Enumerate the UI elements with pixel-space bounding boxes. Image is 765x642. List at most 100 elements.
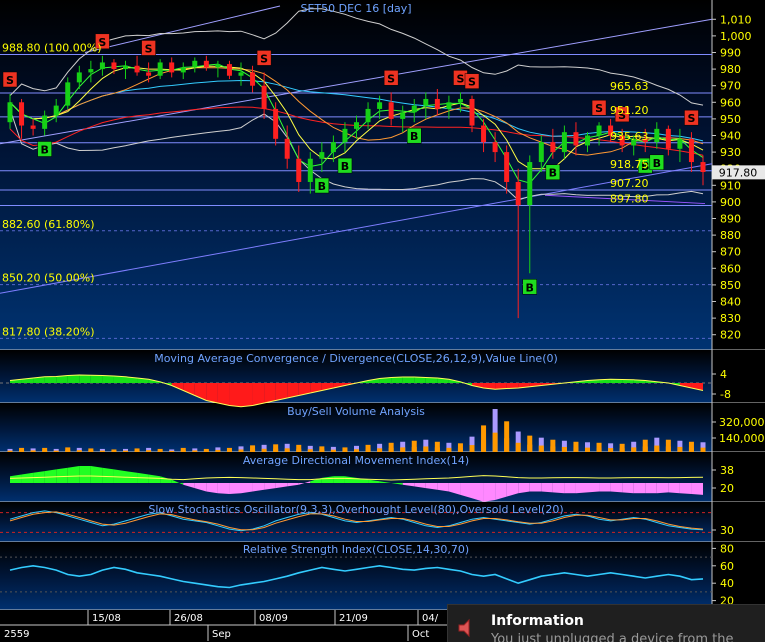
adx-area bbox=[241, 483, 253, 494]
candle-body bbox=[550, 142, 556, 153]
candle-body bbox=[596, 125, 602, 136]
fibonacci-label: 988.80 (100.00%) bbox=[2, 41, 102, 54]
candle-body bbox=[700, 162, 706, 173]
volume-bar-sell bbox=[123, 450, 128, 452]
notification-title: Information bbox=[491, 613, 584, 629]
volume-bar-sell bbox=[226, 450, 232, 452]
candle-body bbox=[388, 102, 394, 119]
volume-bar-sell bbox=[642, 446, 648, 452]
volume-bar-sell bbox=[273, 448, 279, 452]
candle-body bbox=[226, 64, 232, 76]
macd-area bbox=[264, 383, 276, 403]
volume-bar-sell bbox=[215, 449, 221, 452]
volume-bar-sell bbox=[573, 447, 579, 452]
volume-bar-sell bbox=[307, 449, 313, 452]
volume-bar-sell bbox=[169, 450, 175, 452]
volume-bar-sell bbox=[365, 448, 371, 452]
volume-bar-sell bbox=[538, 445, 544, 452]
volume-bar-sell bbox=[585, 447, 590, 452]
volume-bar-sell bbox=[596, 447, 602, 452]
candle-body bbox=[192, 60, 198, 68]
adx-area bbox=[217, 483, 230, 495]
y-tick-label: 1,010 bbox=[720, 13, 752, 26]
volume-bar-sell bbox=[30, 450, 36, 452]
volume-bar-sell bbox=[619, 448, 625, 452]
volume-bar-sell bbox=[677, 446, 683, 452]
volume-bar-sell bbox=[504, 438, 510, 452]
buy-signal-label: B bbox=[40, 143, 48, 156]
volume-bar-sell bbox=[688, 447, 694, 452]
candle-body bbox=[307, 158, 313, 182]
volume-bar-sell bbox=[446, 447, 452, 452]
volume-bar-sell bbox=[180, 450, 186, 452]
adx-y-tick-label: 38 bbox=[720, 464, 734, 477]
macd-area bbox=[252, 383, 265, 406]
macd-area bbox=[402, 377, 415, 383]
sell-signal-label: S bbox=[456, 72, 464, 85]
adx-area bbox=[518, 483, 530, 494]
candle-body bbox=[492, 142, 498, 153]
volume-bar-sell bbox=[342, 449, 348, 452]
y-tick-label: 940 bbox=[720, 129, 741, 142]
candle-body bbox=[146, 72, 152, 76]
adx-area bbox=[79, 466, 91, 483]
adx-area bbox=[229, 483, 241, 495]
candle-body bbox=[400, 112, 406, 119]
volume-y-tick-label: 140,000 bbox=[719, 432, 765, 445]
volume-bar-sell bbox=[492, 432, 498, 452]
sell-signal-label: S bbox=[595, 102, 603, 115]
x-tick-label: 15/08 bbox=[92, 613, 121, 624]
volume-bar-sell bbox=[7, 450, 13, 452]
candle-body bbox=[53, 105, 59, 116]
sell-signal-label: S bbox=[468, 76, 476, 89]
adx-area bbox=[691, 483, 703, 495]
volume-bar-sell bbox=[134, 450, 140, 452]
price-level-label: 935.63 bbox=[610, 130, 649, 143]
candle-body bbox=[423, 98, 429, 106]
rsi-y-tick-label: 80 bbox=[720, 542, 734, 555]
volume-bar-sell bbox=[515, 442, 521, 452]
sell-signal-label: S bbox=[6, 74, 14, 87]
fibonacci-label: 817.80 (38.20%) bbox=[2, 325, 95, 338]
candle-body bbox=[527, 162, 533, 206]
candle-body bbox=[30, 125, 36, 129]
candle-body bbox=[434, 98, 440, 109]
candle-body bbox=[65, 82, 71, 106]
y-tick-label: 830 bbox=[720, 312, 741, 325]
macd-area bbox=[79, 375, 91, 383]
adx-area bbox=[552, 483, 565, 494]
adx-area bbox=[102, 467, 114, 483]
volume-bar-sell bbox=[284, 448, 290, 452]
volume-bar-sell bbox=[527, 444, 533, 452]
chart-title: SET50 DEC 16 [day] bbox=[300, 2, 411, 15]
y-tick-label: 1,000 bbox=[720, 30, 752, 43]
adx-area bbox=[206, 483, 218, 494]
adx-title: Average Directional Movement Index(14) bbox=[243, 454, 469, 467]
volume-bar-sell bbox=[654, 445, 660, 452]
adx-area bbox=[44, 469, 57, 483]
adx-area bbox=[56, 467, 68, 483]
volume-y-tick-label: 320,000 bbox=[719, 416, 765, 429]
x-period-label: Oct bbox=[412, 629, 429, 640]
candle-body bbox=[19, 102, 25, 126]
buy-signal-label: B bbox=[318, 180, 326, 193]
macd-area bbox=[229, 383, 241, 407]
volume-bar-sell bbox=[561, 446, 567, 452]
volume-bar-sell bbox=[296, 448, 302, 452]
adx-area bbox=[529, 483, 542, 492]
y-tick-label: 890 bbox=[720, 213, 741, 226]
volume-bar-sell bbox=[192, 450, 198, 452]
sell-signal-label: S bbox=[260, 52, 268, 65]
y-tick-label: 910 bbox=[720, 179, 741, 192]
sell-signal-label: S bbox=[687, 112, 695, 125]
volume-bar-sell bbox=[111, 450, 117, 452]
notification-toast[interactable]: Information You just unplugged a device … bbox=[447, 604, 765, 642]
fibonacci-label: 850.20 (50.00%) bbox=[2, 272, 95, 285]
candle-body bbox=[377, 102, 383, 109]
volume-bar-sell bbox=[411, 446, 417, 452]
candle-body bbox=[284, 138, 290, 159]
candle-body bbox=[504, 152, 510, 182]
adx-area bbox=[483, 483, 496, 502]
candle-body bbox=[261, 85, 267, 109]
adx-area bbox=[599, 483, 611, 492]
